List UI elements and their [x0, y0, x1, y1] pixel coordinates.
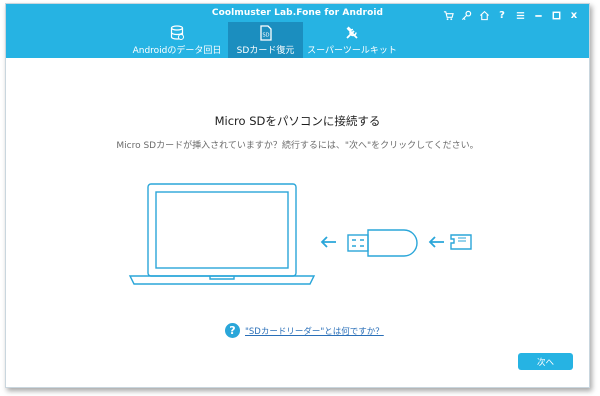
next-button[interactable]: 次へ	[518, 353, 573, 370]
help-row: ? "SDカードリーダー"とは何ですか？	[225, 323, 384, 338]
maximize-icon[interactable]	[547, 8, 565, 22]
page-title: Micro SDをパソコンに接続する	[214, 114, 381, 128]
app-window: Coolmuster Lab.Fone for Android ? x Andr…	[5, 3, 590, 388]
close-button[interactable]: x	[565, 8, 583, 22]
tab-android-data[interactable]: Androidのデータ回日	[127, 22, 227, 58]
arrow-left-icon-2	[428, 236, 444, 248]
tools-icon	[344, 23, 360, 41]
cart-icon[interactable]	[439, 8, 457, 22]
tab-sd-card-recovery[interactable]: SD SDカード復元	[228, 22, 303, 58]
arrow-left-icon	[320, 236, 336, 248]
sd-reader-help-link[interactable]: "SDカードリーダー"とは何ですか？	[245, 325, 384, 337]
sd-card-icon: SD	[259, 23, 272, 41]
key-icon[interactable]	[457, 8, 475, 22]
tab-super-toolkit-label: スーパーツールキット	[307, 46, 397, 56]
window-controls: ? x	[439, 8, 583, 22]
micro-sd-card-icon	[450, 234, 472, 250]
help-button[interactable]: ?	[493, 8, 511, 22]
page-subtitle: Micro SDカードが挿入されていますか？続行するには、"次へ"をクリックして…	[116, 141, 479, 151]
header-bar: Coolmuster Lab.Fone for Android ? x Andr…	[6, 4, 589, 58]
tab-sd-card-recovery-label: SDカード復元	[236, 46, 295, 56]
minimize-icon[interactable]	[529, 8, 547, 22]
tab-android-data-label: Androidのデータ回日	[132, 46, 222, 56]
question-circle-icon[interactable]: ?	[225, 323, 240, 338]
home-icon[interactable]	[475, 8, 493, 22]
database-icon	[170, 23, 184, 41]
card-reader-icon	[347, 229, 418, 257]
tab-super-toolkit[interactable]: スーパーツールキット	[306, 22, 398, 58]
svg-text:SD: SD	[262, 33, 269, 39]
connection-illustration	[126, 182, 486, 296]
menu-icon[interactable]	[511, 8, 529, 22]
laptop-icon	[128, 183, 316, 285]
